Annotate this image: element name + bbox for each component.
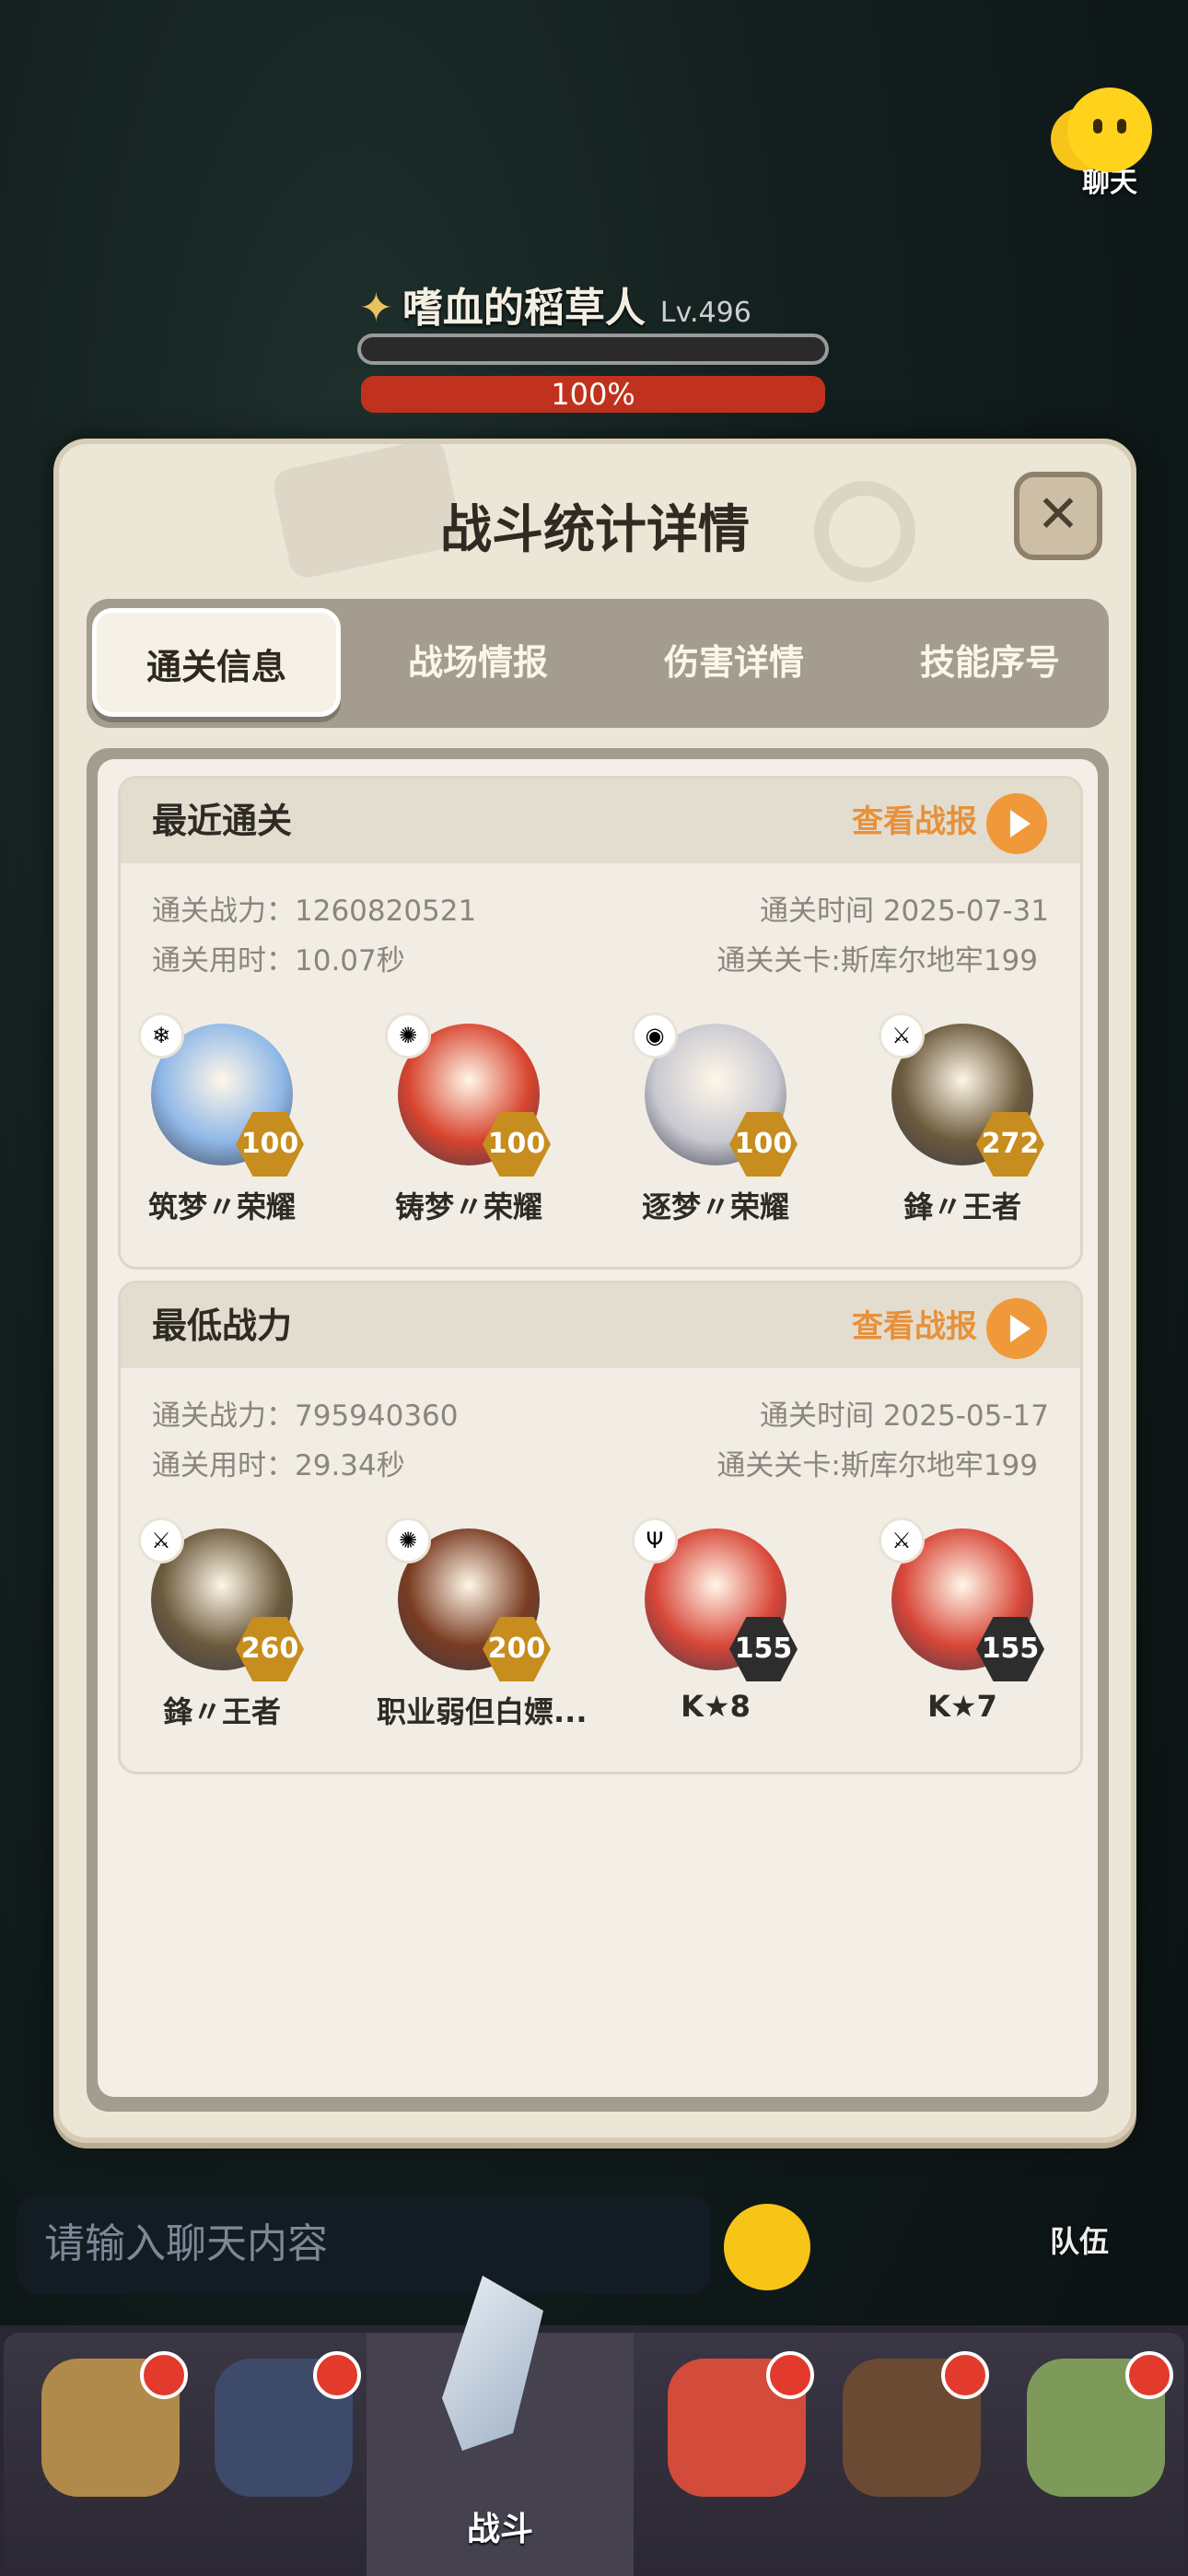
trident-icon: Ψ bbox=[632, 1517, 678, 1563]
hero-name: 筑梦〃荣耀 bbox=[147, 1189, 296, 1224]
nav-hero-4[interactable] bbox=[829, 2351, 995, 2543]
boss-name: 嗜血的稻草人 bbox=[402, 285, 646, 332]
hero-portrait: ❄ 100 bbox=[138, 1013, 304, 1177]
play-icon bbox=[986, 1297, 1047, 1359]
tab-damage-details[interactable]: 伤害详情 bbox=[619, 608, 849, 717]
chat-placeholder: 请输入聊天内容 bbox=[44, 2220, 328, 2267]
bottom-nav: 战斗 bbox=[0, 2325, 1188, 2576]
hero-card[interactable]: Ψ 155 K★8 bbox=[623, 1517, 808, 1724]
nav-hero-2[interactable] bbox=[201, 2351, 367, 2543]
hero-portrait: ✺ 200 bbox=[385, 1517, 551, 1681]
view-report-button[interactable]: 查看战报 bbox=[852, 1296, 1047, 1359]
tab-bar: 通关信息 战场情报 伤害详情 技能序号 bbox=[87, 599, 1109, 728]
hero-name: K★8 bbox=[681, 1689, 751, 1724]
card-header: 最近通关 查看战报 bbox=[121, 779, 1080, 863]
hero-portrait: ⚔ 155 bbox=[879, 1517, 1044, 1681]
fire-icon: ✺ bbox=[385, 1013, 431, 1059]
clear-power: 通关战力：795940360 bbox=[152, 1399, 459, 1433]
team-button[interactable]: 队伍 bbox=[1050, 2219, 1109, 2261]
hero-name: K★7 bbox=[927, 1689, 997, 1724]
clear-stage: 通关关卡:斯库尔地牢199 bbox=[716, 1449, 1038, 1482]
hero-portrait: ⚔ 260 bbox=[138, 1517, 304, 1681]
close-button[interactable]: ✕ bbox=[1014, 472, 1102, 560]
content-panel-inner: 最近通关 查看战报 通关战力：1260820521 通关时间 2025-07-3… bbox=[98, 759, 1098, 2097]
star-icon: ✦ bbox=[359, 285, 393, 332]
hero-card[interactable]: ⚔ 260 鋒〃王者 bbox=[130, 1517, 314, 1731]
card-title: 最低战力 bbox=[152, 1306, 293, 1346]
content-panel: 最近通关 查看战报 通关战力：1260820521 通关时间 2025-07-3… bbox=[87, 748, 1109, 2112]
hero-portrait: ◉ 100 bbox=[632, 1013, 798, 1177]
hero-name: 逐梦〃荣耀 bbox=[641, 1189, 789, 1224]
hero-portrait: ✺ 100 bbox=[385, 1013, 551, 1177]
hero-portrait: Ψ 155 bbox=[632, 1517, 798, 1681]
hero-name: 鋒〃王者 bbox=[162, 1694, 281, 1729]
boss-header: ✦ 嗜血的稻草人 Lv.496 bbox=[359, 275, 829, 334]
hero-card[interactable]: ⚔ 272 鋒〃王者 bbox=[870, 1013, 1054, 1226]
boss-level: Lv.496 bbox=[659, 297, 751, 329]
hero-name: 鋒〃王者 bbox=[903, 1189, 1021, 1224]
tab-battlefield-intel[interactable]: 战场情报 bbox=[363, 608, 593, 717]
card-header: 最低战力 查看战报 bbox=[121, 1283, 1080, 1368]
card-title: 最近通关 bbox=[152, 801, 293, 841]
lowest-power-card: 最低战力 查看战报 通关战力：795940360 通关时间 2025-05-17… bbox=[118, 1281, 1083, 1774]
clear-power: 通关战力：1260820521 bbox=[152, 895, 477, 928]
modal-title: 战斗统计详情 bbox=[440, 500, 750, 560]
close-icon: ✕ bbox=[1036, 485, 1080, 544]
nav-hero-3[interactable] bbox=[654, 2351, 820, 2543]
view-report-button[interactable]: 查看战报 bbox=[852, 791, 1047, 854]
notification-badge bbox=[313, 2351, 361, 2399]
hero-card[interactable]: ✺ 200 职业弱但白嫖... bbox=[377, 1517, 588, 1731]
clear-duration: 通关用时：29.34秒 bbox=[152, 1449, 405, 1482]
notification-badge bbox=[1125, 2351, 1173, 2399]
arcane-icon: ◉ bbox=[632, 1013, 678, 1059]
clear-time: 通关时间 2025-05-17 bbox=[759, 1399, 1049, 1433]
emoji-button[interactable] bbox=[724, 2204, 810, 2290]
chat-input[interactable]: 请输入聊天内容 bbox=[17, 2195, 711, 2294]
hero-card[interactable]: ✺ 100 铸梦〃荣耀 bbox=[377, 1013, 561, 1226]
tab-skill-order[interactable]: 技能序号 bbox=[875, 608, 1105, 717]
hero-name: 职业弱但白嫖... bbox=[377, 1694, 588, 1729]
hero-card[interactable]: ⚔ 155 K★7 bbox=[870, 1517, 1054, 1724]
battle-stats-modal: 战斗统计详情 ✕ 通关信息 战场情报 伤害详情 技能序号 最近通关 查看战报 通… bbox=[53, 436, 1136, 2143]
hero-card[interactable]: ◉ 100 逐梦〃荣耀 bbox=[623, 1013, 808, 1226]
view-report-label: 查看战报 bbox=[852, 803, 977, 840]
clear-time: 通关时间 2025-07-31 bbox=[759, 895, 1049, 928]
boss-hp-bar: 100% bbox=[361, 376, 825, 413]
play-icon bbox=[986, 792, 1047, 854]
blade-icon: ⚔ bbox=[879, 1013, 925, 1059]
chat-bubble-icon bbox=[1067, 88, 1152, 172]
blade-icon: ⚔ bbox=[138, 1517, 184, 1563]
tab-clear-info[interactable]: 通关信息 bbox=[92, 608, 341, 717]
hero-card[interactable]: ❄ 100 筑梦〃荣耀 bbox=[130, 1013, 314, 1226]
nav-hero-5[interactable] bbox=[1013, 2351, 1179, 2543]
nav-battle-label: 战斗 bbox=[466, 2511, 533, 2548]
view-report-label: 查看战报 bbox=[852, 1308, 977, 1345]
nav-hero-1[interactable] bbox=[28, 2351, 193, 2543]
notification-badge bbox=[140, 2351, 188, 2399]
notification-badge bbox=[941, 2351, 989, 2399]
recent-clear-card: 最近通关 查看战报 通关战力：1260820521 通关时间 2025-07-3… bbox=[118, 776, 1083, 1270]
notification-badge bbox=[766, 2351, 814, 2399]
fire-icon: ✺ bbox=[385, 1517, 431, 1563]
clear-duration: 通关用时：10.07秒 bbox=[152, 944, 405, 978]
blade-icon: ⚔ bbox=[879, 1517, 925, 1563]
hero-portrait: ⚔ 272 bbox=[879, 1013, 1044, 1177]
boss-shield-bar bbox=[357, 334, 829, 365]
ice-icon: ❄ bbox=[138, 1013, 184, 1059]
hero-name: 铸梦〃荣耀 bbox=[394, 1189, 542, 1224]
clear-stage: 通关关卡:斯库尔地牢199 bbox=[716, 944, 1038, 978]
chat-button[interactable]: 聊天 bbox=[1054, 88, 1165, 199]
